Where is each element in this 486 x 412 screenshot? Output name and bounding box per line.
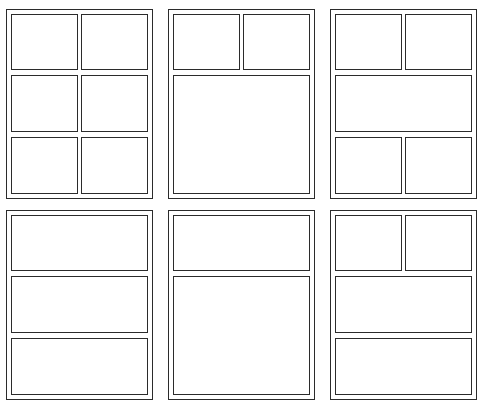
layout-template-two-top-two-rows[interactable] [330, 210, 477, 400]
layout-panel [173, 215, 310, 271]
layout-panel [11, 14, 78, 70]
layout-panel [335, 215, 402, 271]
layout-panel [405, 137, 472, 194]
layout-panel [173, 75, 310, 194]
layout-panel [335, 338, 472, 395]
layout-template-grid-2x3[interactable] [6, 9, 153, 199]
layout-panel [335, 137, 402, 194]
layout-panel [11, 338, 148, 395]
layout-template-two-rows[interactable] [168, 210, 315, 400]
layout-panel [11, 215, 148, 271]
layout-template-two-top-wide-two-bottom[interactable] [330, 9, 477, 199]
layout-panel [335, 14, 402, 70]
layout-panel [335, 75, 472, 132]
layout-template-two-top-one-bottom[interactable] [168, 9, 315, 199]
layout-panel [11, 137, 78, 194]
layout-panel [81, 14, 148, 70]
layout-panel [11, 75, 78, 132]
layout-panel [243, 14, 310, 70]
layout-panel [405, 215, 472, 271]
layout-panel [405, 14, 472, 70]
layout-panel [81, 137, 148, 194]
layout-panel [335, 276, 472, 333]
layout-panel [173, 14, 240, 70]
layout-panel [81, 75, 148, 132]
layout-panel [11, 276, 148, 333]
layout-template-three-rows[interactable] [6, 210, 153, 400]
layout-panel [173, 276, 310, 395]
